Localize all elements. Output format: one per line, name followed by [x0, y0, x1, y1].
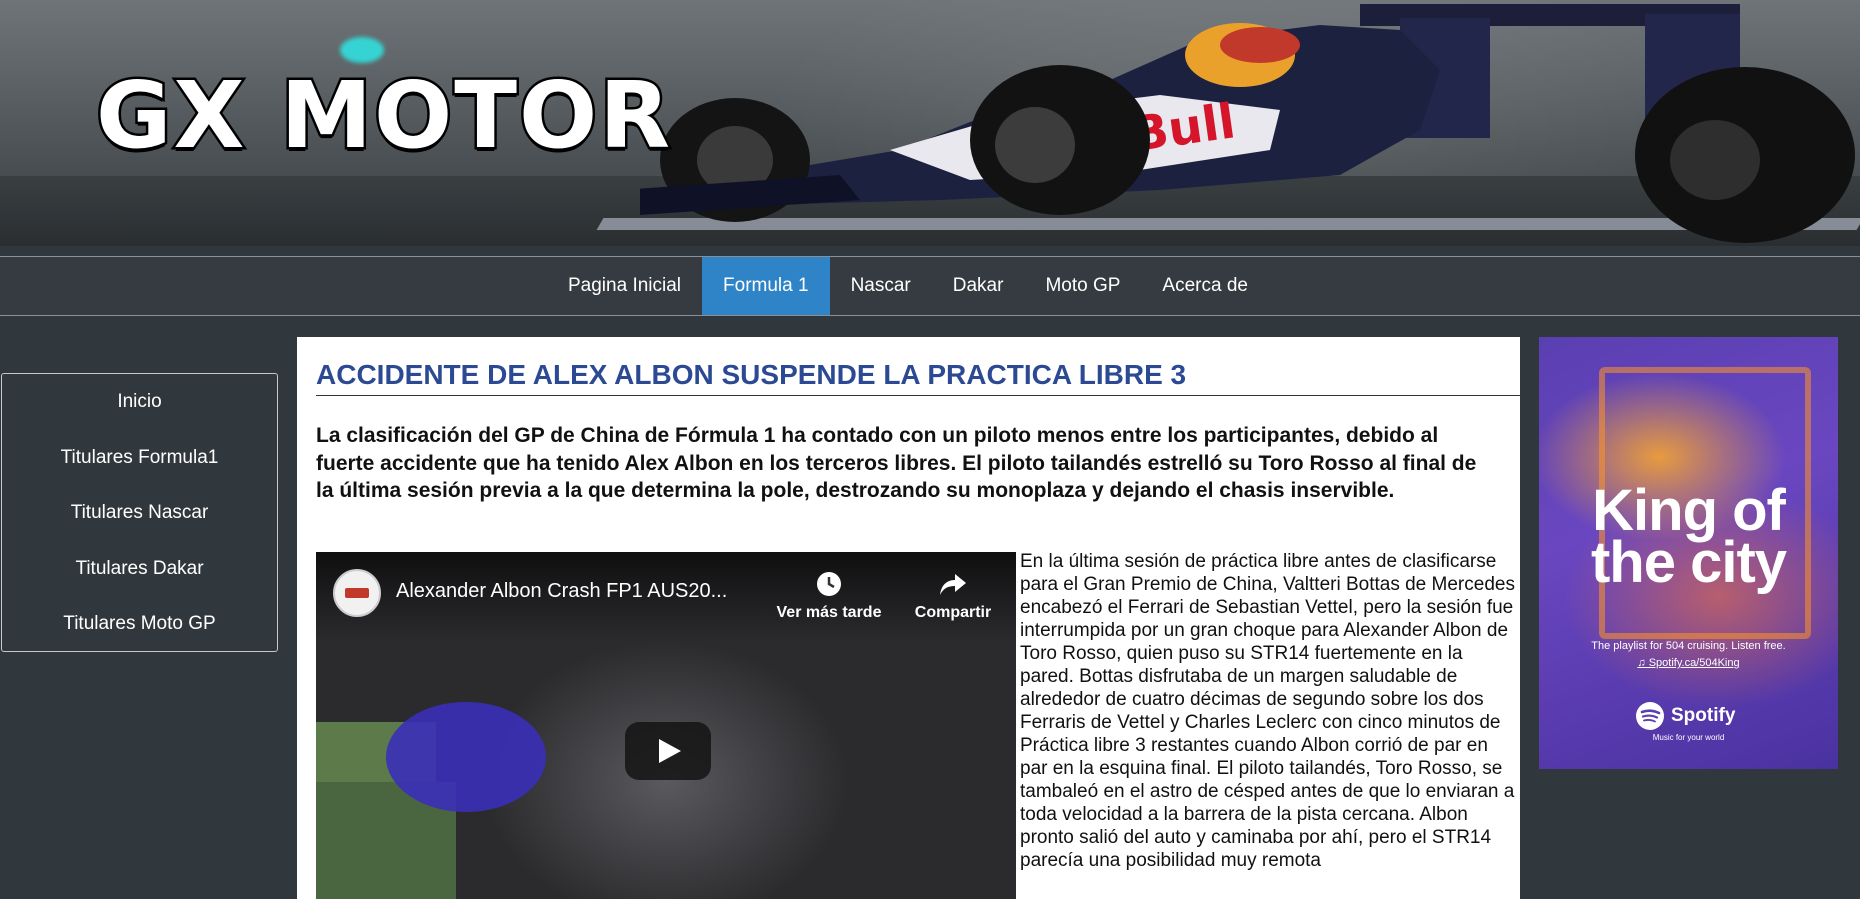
- article-body: En la última sesión de práctica libre an…: [1020, 551, 1515, 871]
- spotify-ad[interactable]: King of the city The playlist for 504 cr…: [1539, 337, 1838, 769]
- nav-item-moto-gp[interactable]: Moto GP: [1024, 257, 1141, 315]
- article-panel: ACCIDENTE DE ALEX ALBON SUSPENDE LA PRAC…: [297, 337, 1520, 899]
- nav-list: Pagina Inicial Formula 1 Nascar Dakar Mo…: [547, 257, 1269, 315]
- channel-avatar-icon[interactable]: [333, 569, 381, 617]
- article-title: ACCIDENTE DE ALEX ALBON SUSPENDE LA PRAC…: [316, 359, 1520, 396]
- clock-icon: [817, 572, 841, 596]
- video-player[interactable]: Alexander Albon Crash FP1 AUS20... Ver m…: [316, 552, 1016, 899]
- ad-url-link[interactable]: ♫ Spotify.ca/504King: [1539, 657, 1838, 669]
- spotify-brand-sub: Music for your world: [1652, 733, 1725, 742]
- video-background-car: [386, 702, 546, 812]
- header-banner: Red Bull GX MOTOR: [0, 0, 1860, 246]
- nav-item-nascar[interactable]: Nascar: [830, 257, 932, 315]
- nav-item-pagina-inicial[interactable]: Pagina Inicial: [547, 257, 702, 315]
- sidebar-item-inicio[interactable]: Inicio: [2, 388, 277, 444]
- sidebar-item-titulares-nascar[interactable]: Titulares Nascar: [2, 499, 277, 555]
- main-navbar: Pagina Inicial Formula 1 Nascar Dakar Mo…: [0, 256, 1860, 316]
- sidebar-menu: Inicio Titulares Formula1 Titulares Nasc…: [1, 373, 278, 652]
- nav-item-formula-1[interactable]: Formula 1: [702, 257, 830, 315]
- watch-later-button[interactable]: Ver más tarde: [774, 570, 884, 622]
- ad-headline: King of the city: [1539, 482, 1838, 595]
- ad-headline-line2: the city: [1590, 530, 1787, 595]
- nav-item-dakar[interactable]: Dakar: [932, 257, 1025, 315]
- share-arrow-icon: [940, 574, 966, 595]
- ad-tagline: The playlist for 504 cruising. Listen fr…: [1591, 640, 1786, 652]
- watch-later-label: Ver más tarde: [776, 604, 882, 621]
- nav-item-acerca-de[interactable]: Acerca de: [1141, 257, 1269, 315]
- spotify-icon: [1636, 702, 1664, 730]
- sidebar-item-titulares-moto-gp[interactable]: Titulares Moto GP: [2, 610, 277, 666]
- sidebar-item-titulares-dakar[interactable]: Titulares Dakar: [2, 555, 277, 611]
- article-lead: La clasificación del GP de China de Fórm…: [316, 424, 1477, 502]
- banner-light: [340, 37, 384, 63]
- video-title[interactable]: Alexander Albon Crash FP1 AUS20...: [396, 580, 727, 603]
- site-logo[interactable]: GX MOTOR: [93, 67, 672, 164]
- spotify-logo: Spotify: [1635, 701, 1735, 731]
- spotify-brand-name: Spotify: [1671, 705, 1736, 726]
- play-icon[interactable]: [625, 722, 711, 780]
- share-label: Compartir: [914, 604, 992, 621]
- race-car-image: Red Bull: [640, 4, 1855, 243]
- share-button[interactable]: Compartir: [903, 570, 1003, 622]
- sidebar-item-titulares-formula1[interactable]: Titulares Formula1: [2, 444, 277, 500]
